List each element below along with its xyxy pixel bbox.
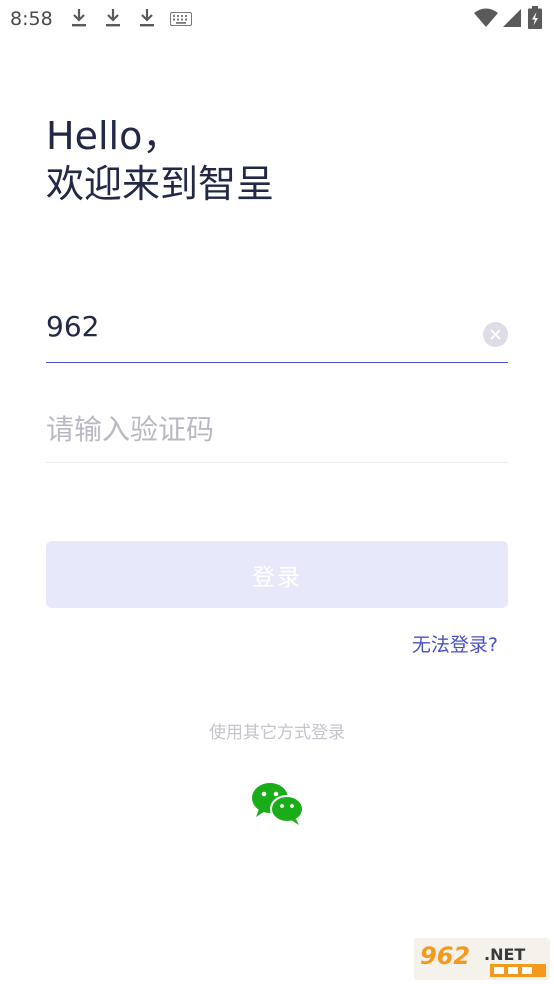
wechat-icon (252, 783, 304, 825)
verification-code-field (46, 400, 508, 463)
download-icon (106, 9, 120, 27)
wifi-icon (474, 8, 498, 27)
clear-phone-button[interactable] (483, 322, 508, 347)
watermark-logo: 962 .NET (414, 938, 550, 980)
welcome-greeting: Hello， 欢迎来到智呈 (46, 112, 274, 208)
other-login-methods-label: 使用其它方式登录 (209, 723, 345, 743)
phone-input-field[interactable]: 962 (46, 300, 508, 363)
battery-icon (528, 6, 542, 29)
greeting-hello: Hello， (46, 114, 181, 158)
phone-input-value[interactable]: 962 (46, 310, 99, 343)
greeting-welcome: 欢迎来到智呈 (46, 162, 275, 206)
login-button[interactable]: 登录 (46, 541, 508, 608)
status-bar: 8:58 (0, 0, 554, 38)
verification-code-input[interactable] (46, 400, 508, 458)
svg-text:.NET: .NET (484, 945, 525, 964)
cannot-login-link[interactable]: 无法登录? (412, 630, 498, 657)
close-icon (490, 329, 501, 340)
watermark-logo-icon: 962 .NET (414, 938, 550, 980)
signal-icon (503, 9, 521, 27)
status-time: 8:58 (10, 8, 53, 30)
keyboard-icon (170, 12, 192, 26)
download-icon (140, 9, 154, 27)
login-screen: 8:58 Hello， 欢迎来到智呈 962 请输入验证码 登录 无法登录? 使… (0, 0, 554, 984)
wechat-login-button[interactable] (251, 782, 305, 826)
svg-text:962: 962 (420, 942, 470, 970)
download-icon (72, 9, 86, 27)
